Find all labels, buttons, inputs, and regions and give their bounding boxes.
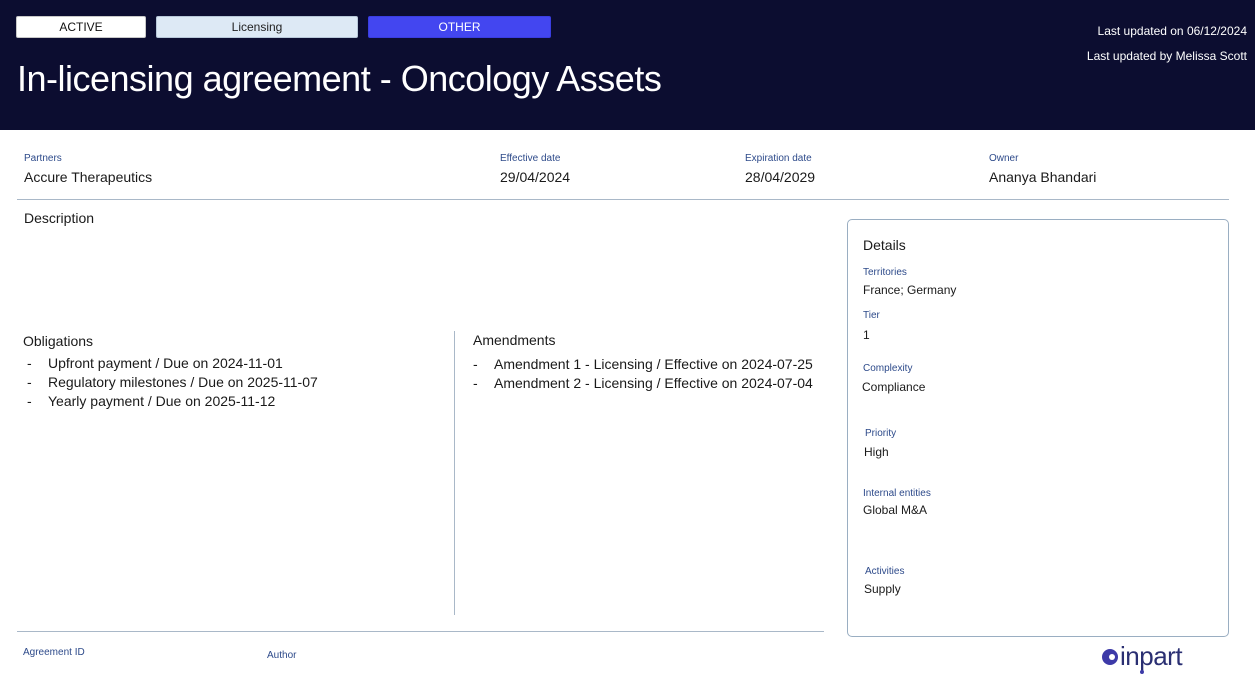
complexity-label: Complexity [863,363,913,374]
tier-label: Tier [863,310,880,321]
amendments-list: - Amendment 1 - Licensing / Effective on … [473,355,813,393]
priority-label: Priority [865,428,897,439]
territories-value: France; Germany [863,283,957,297]
owner-label: Owner [989,153,1019,164]
obligations-title: Obligations [23,333,94,349]
activities-label: Activities [865,566,905,577]
obligations-list: - Upfront payment / Due on 2024-11-01 - Re… [27,354,318,411]
list-item: - Amendment 2 - Licensing / Effective on … [473,375,813,391]
owner-value: Ananya Bhandari [989,169,1097,185]
internal-entities-label: Internal entities [863,488,931,499]
expiration-date-label: Expiration date [745,153,812,164]
tier-value: 1 [863,328,870,342]
inpart-logo-icon [1102,649,1118,665]
header-banner: ACTIVE Licensing OTHER Last updated on 0… [0,0,1255,130]
amendments-title: Amendments [473,332,556,348]
author-label: Author [267,650,297,661]
agreement-id-label: Agreement ID [23,647,85,658]
description-title: Description [24,210,95,226]
effective-date-label: Effective date [500,153,561,164]
last-updated-by: Last updated by Melissa Scott [1086,49,1247,63]
partners-value: Accure Therapeutics [24,169,153,185]
partners-label: Partners [24,153,62,164]
last-updated-on: Last updated on 06/12/2024 [1097,24,1247,38]
summary-divider [17,199,1229,200]
expiration-date-value: 28/04/2029 [745,169,816,185]
inpart-logo-text: inpart [1120,641,1183,671]
column-divider [454,331,455,615]
list-item: - Upfront payment / Due on 2024-11-01 [27,355,283,371]
footer-divider [17,631,824,632]
list-item: - Yearly payment / Due on 2025-11-12 [27,393,276,409]
list-item: - Amendment 1 - Licensing / Effective on … [473,356,813,372]
complexity-value: Compliance [862,380,926,394]
details-panel: Details Territories France; Germany Tier… [847,219,1229,637]
priority-value: High [864,445,889,459]
list-item: - Regulatory milestones / Due on 2025-11-… [27,374,318,390]
page-title: In-licensing agreement - Oncology Assets [17,58,662,99]
territories-label: Territories [863,267,907,278]
logo-dot-icon [1140,670,1144,674]
activities-value: Supply [864,582,901,596]
details-title: Details [863,237,906,253]
status-badge: ACTIVE [16,16,146,38]
type-badge: Licensing [156,16,358,38]
internal-entities-value: Global M&A [863,503,928,517]
category-badge: OTHER [368,16,551,38]
effective-date-value: 29/04/2024 [500,169,571,185]
